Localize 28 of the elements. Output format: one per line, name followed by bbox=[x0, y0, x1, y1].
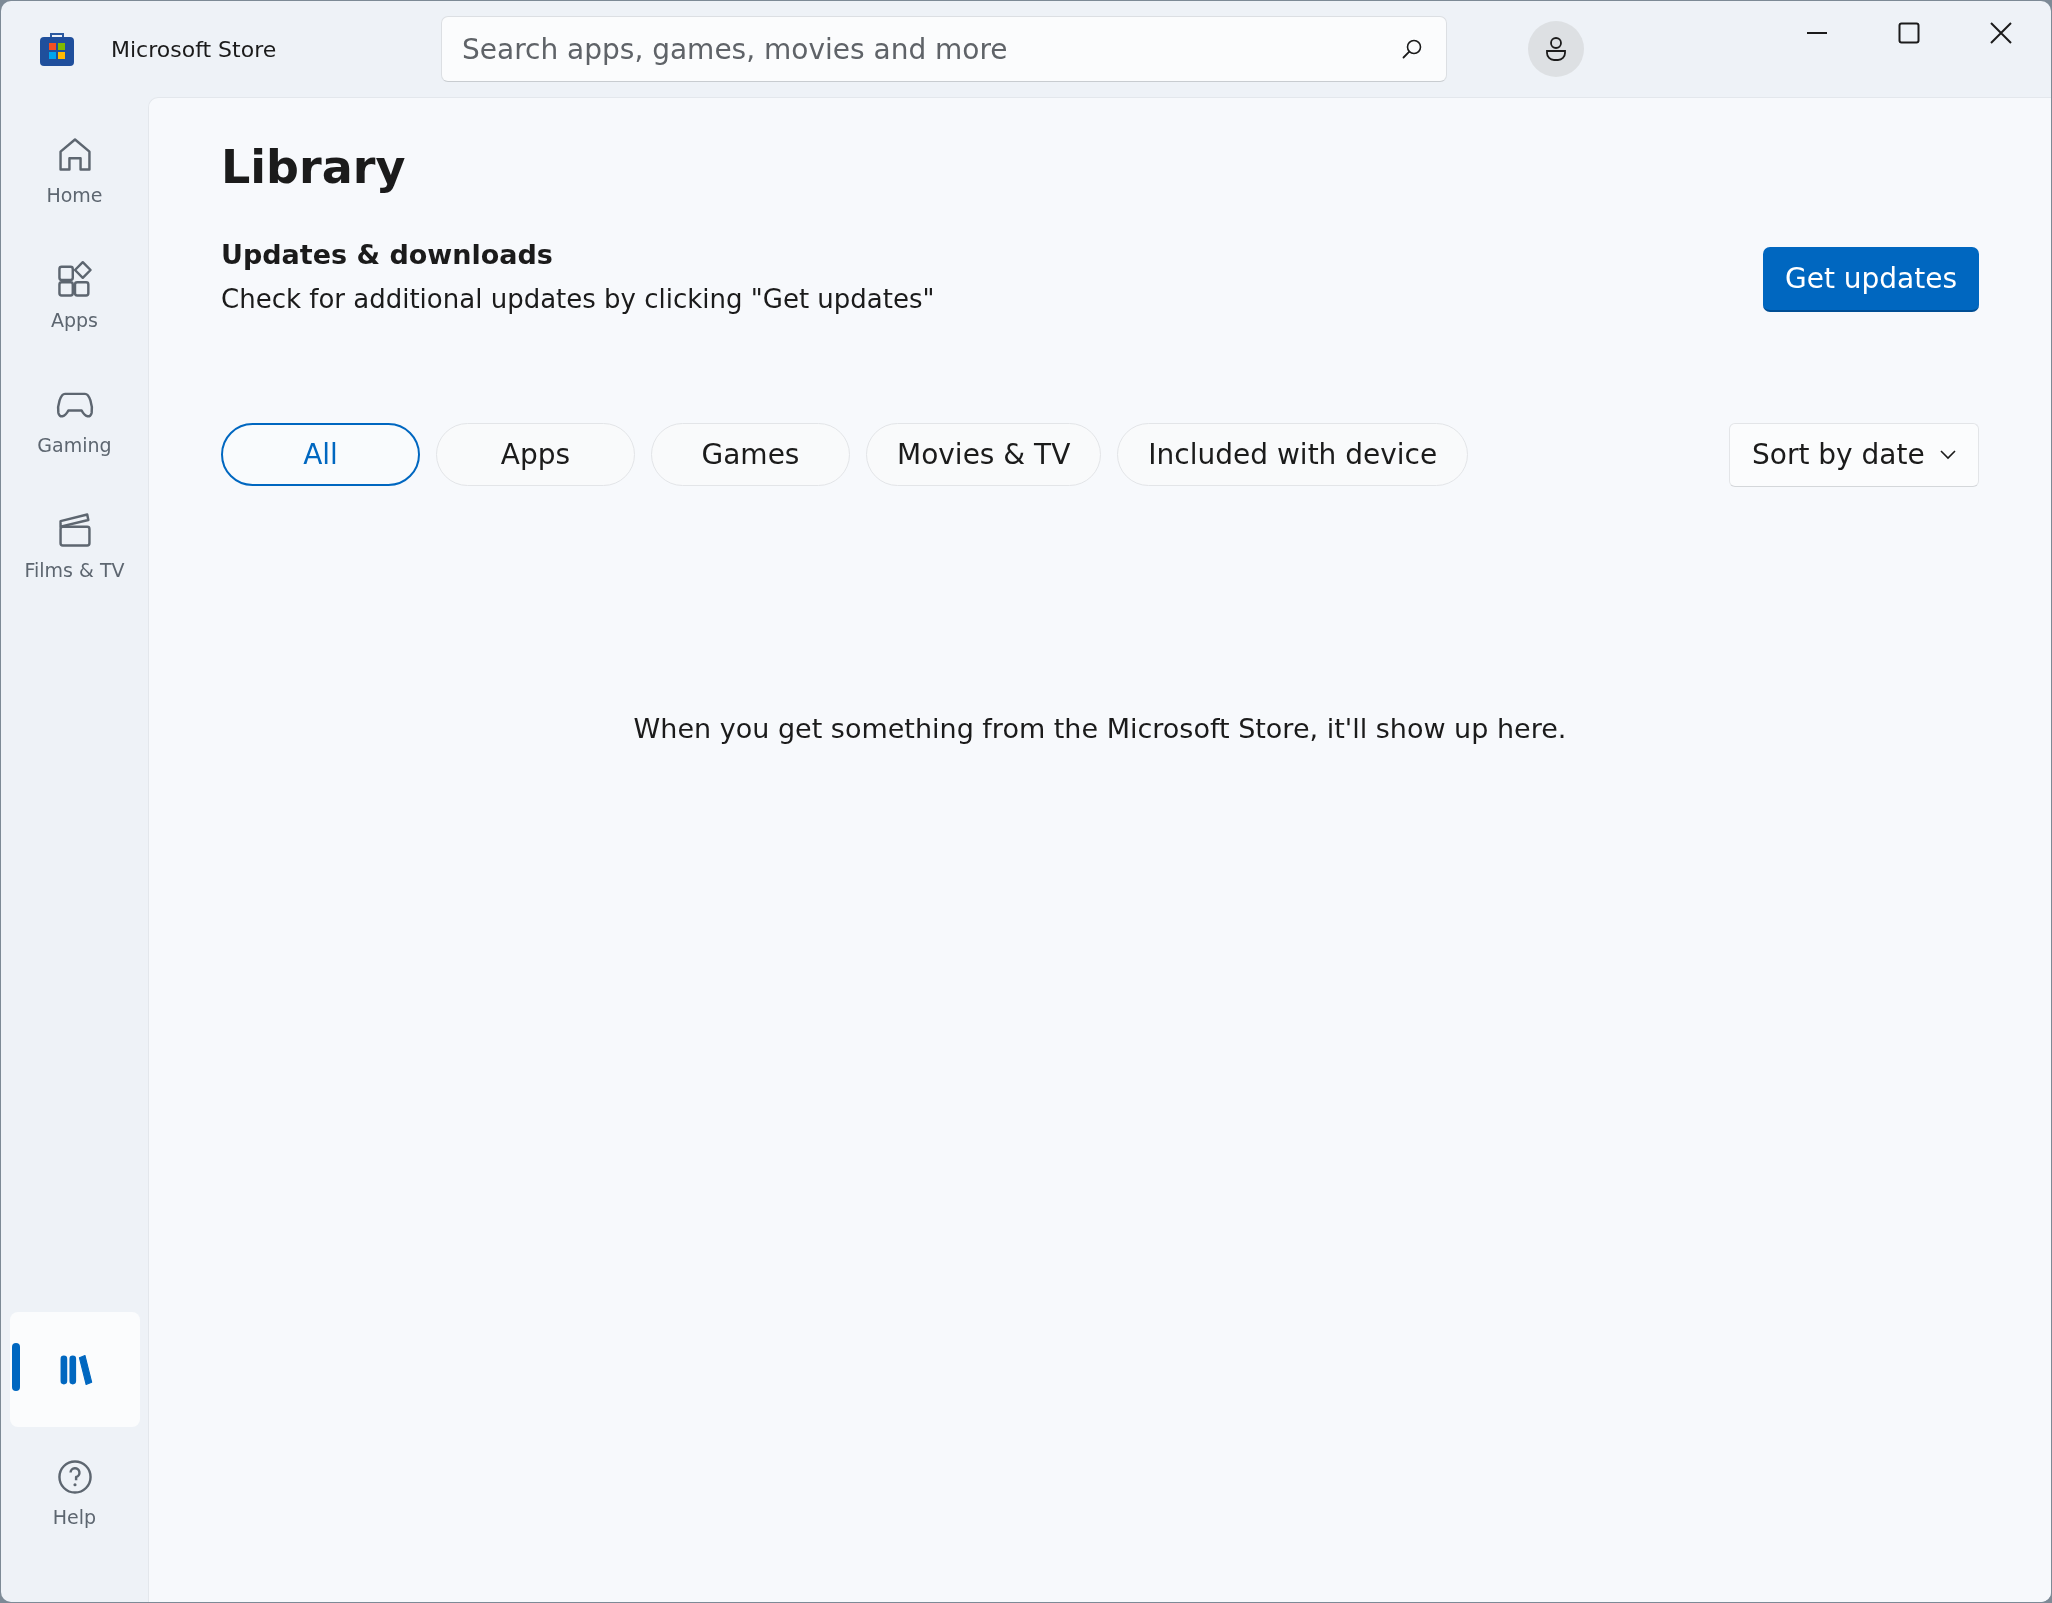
filter-tab[interactable]: Included with device bbox=[1117, 423, 1469, 487]
window-title: Microsoft Store bbox=[111, 35, 278, 64]
filter-tab[interactable]: Movies & TV bbox=[866, 423, 1102, 487]
selection-indicator bbox=[11, 1343, 20, 1391]
sort-dropdown[interactable]: Sort by date bbox=[1729, 422, 1979, 487]
sidebar-item[interactable]: Home bbox=[9, 115, 140, 230]
maximize-icon bbox=[1898, 22, 1920, 44]
store-logo-icon bbox=[39, 31, 75, 67]
sidebar-item[interactable]: Apps bbox=[9, 240, 140, 355]
sidebar-item[interactable]: Help bbox=[9, 1437, 140, 1552]
minimize-icon bbox=[1806, 31, 1828, 35]
page-title: Library bbox=[221, 140, 407, 196]
close-icon bbox=[1990, 22, 2012, 44]
filter-tab[interactable]: Apps bbox=[436, 423, 635, 487]
sidebar-item[interactable] bbox=[9, 1312, 140, 1427]
filter-tab[interactable]: All bbox=[221, 423, 420, 487]
account-button[interactable] bbox=[1528, 21, 1584, 77]
search-icon bbox=[1401, 38, 1423, 60]
sidebar-item[interactable]: Films & TV bbox=[9, 490, 140, 605]
section-description: Check for additional updates by clicking "Get updates" bbox=[221, 282, 935, 316]
section-heading: Updates & downloads bbox=[221, 238, 554, 273]
search-field[interactable]: Search apps, games, movies and more bbox=[441, 16, 1447, 82]
filter-tab[interactable]: Games bbox=[651, 423, 850, 487]
person-icon bbox=[1544, 36, 1568, 62]
chevron-down-icon bbox=[1940, 449, 1956, 460]
empty-library-message: When you get something from the Microsoft Store, it'll show up here. bbox=[632, 711, 1568, 746]
get-updates-button[interactable]: Get updates bbox=[1762, 247, 1979, 313]
sidebar-item[interactable]: Gaming bbox=[9, 365, 140, 480]
